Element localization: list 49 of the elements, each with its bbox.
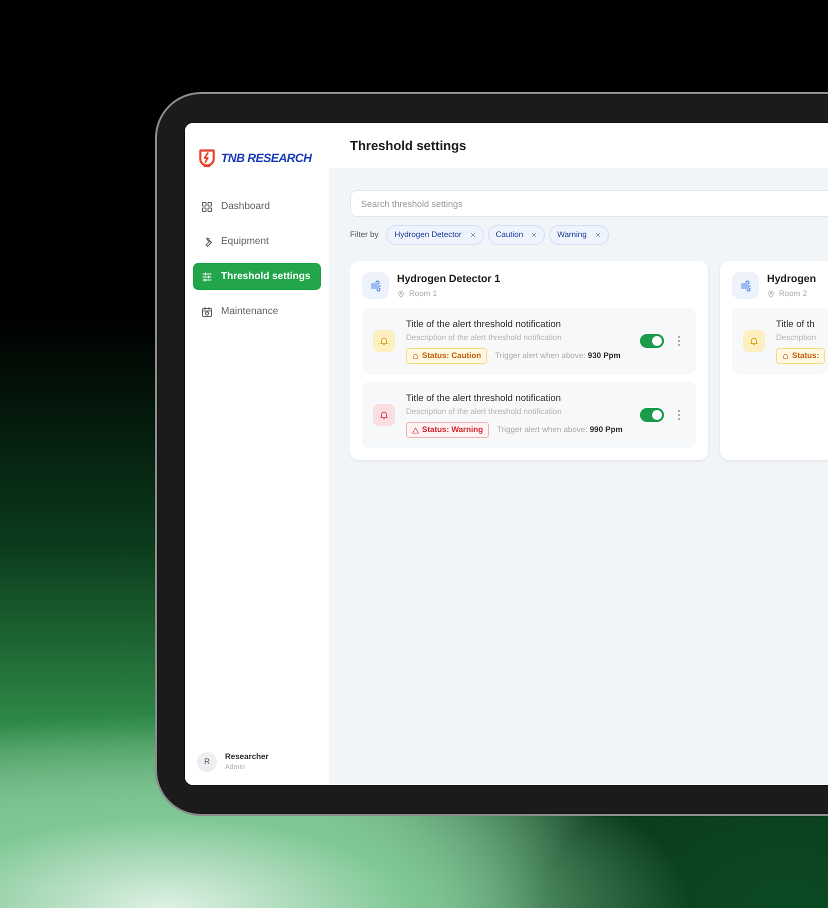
trigger-text: Trigger alert when above: 930 Ppm (495, 350, 621, 362)
more-menu-icon[interactable] (677, 334, 681, 347)
nav-item[interactable]: Threshold settings (193, 263, 321, 290)
remove-icon[interactable] (470, 232, 476, 238)
alert-description: Description of the alert threshold notification (406, 406, 563, 418)
nav-item[interactable]: Maintenance (193, 298, 321, 325)
alert-title: Title of the alert threshold notification (406, 392, 562, 406)
status-label: Status: (776, 348, 826, 364)
sliders-icon (201, 270, 213, 282)
bell-icon (782, 352, 789, 360)
trigger-text: Trigger alert when above: 990 Ppm (497, 424, 623, 436)
calendar-icon (201, 306, 213, 318)
bell-icon (749, 336, 759, 346)
user-name: Researcher (225, 750, 269, 762)
status-label: Status: Warning (406, 422, 490, 438)
page-title: Threshold settings (350, 136, 466, 155)
location-pin-icon (767, 290, 775, 298)
remove-icon[interactable] (594, 232, 601, 238)
status-label: Status: Caution (406, 348, 488, 364)
alert-description: Description (776, 332, 818, 344)
avatar: R (197, 752, 217, 772)
device-name: Hydrogen (767, 272, 816, 287)
filter-label: Filter by (350, 229, 378, 241)
bell-icon (412, 352, 419, 360)
toggle-switch[interactable] (640, 334, 664, 348)
remove-icon[interactable] (531, 232, 538, 238)
device-location: Room 1 (409, 288, 438, 300)
nav-item[interactable]: Equipment (193, 228, 321, 255)
bell-icon (379, 336, 389, 346)
filter-chip[interactable]: Hydrogen Detector (386, 225, 484, 245)
toggle-switch[interactable] (640, 408, 664, 422)
logo-text: TNB RESEARCH (221, 150, 312, 167)
alert-description: Description of the alert threshold notification (406, 332, 563, 344)
device-location: Room 2 (779, 288, 808, 300)
warning-triangle-icon (412, 426, 419, 434)
wind-icon (740, 280, 752, 292)
bell-icon (379, 410, 389, 420)
location-pin-icon (397, 290, 405, 298)
grid-icon (201, 200, 213, 212)
alert-title: Title of the alert threshold notification (406, 318, 562, 332)
wind-icon (370, 280, 382, 292)
nav-item[interactable]: Dashboard (193, 193, 321, 220)
more-menu-icon[interactable] (677, 409, 681, 422)
device-name: Hydrogen Detector 1 (397, 272, 500, 287)
logo-icon (197, 147, 217, 169)
search-field[interactable]: Search threshold settings (350, 190, 828, 217)
filter-chip[interactable]: Warning (549, 225, 609, 245)
filter-chip[interactable]: Caution (488, 225, 546, 245)
alert-title: Title of th (776, 318, 816, 332)
